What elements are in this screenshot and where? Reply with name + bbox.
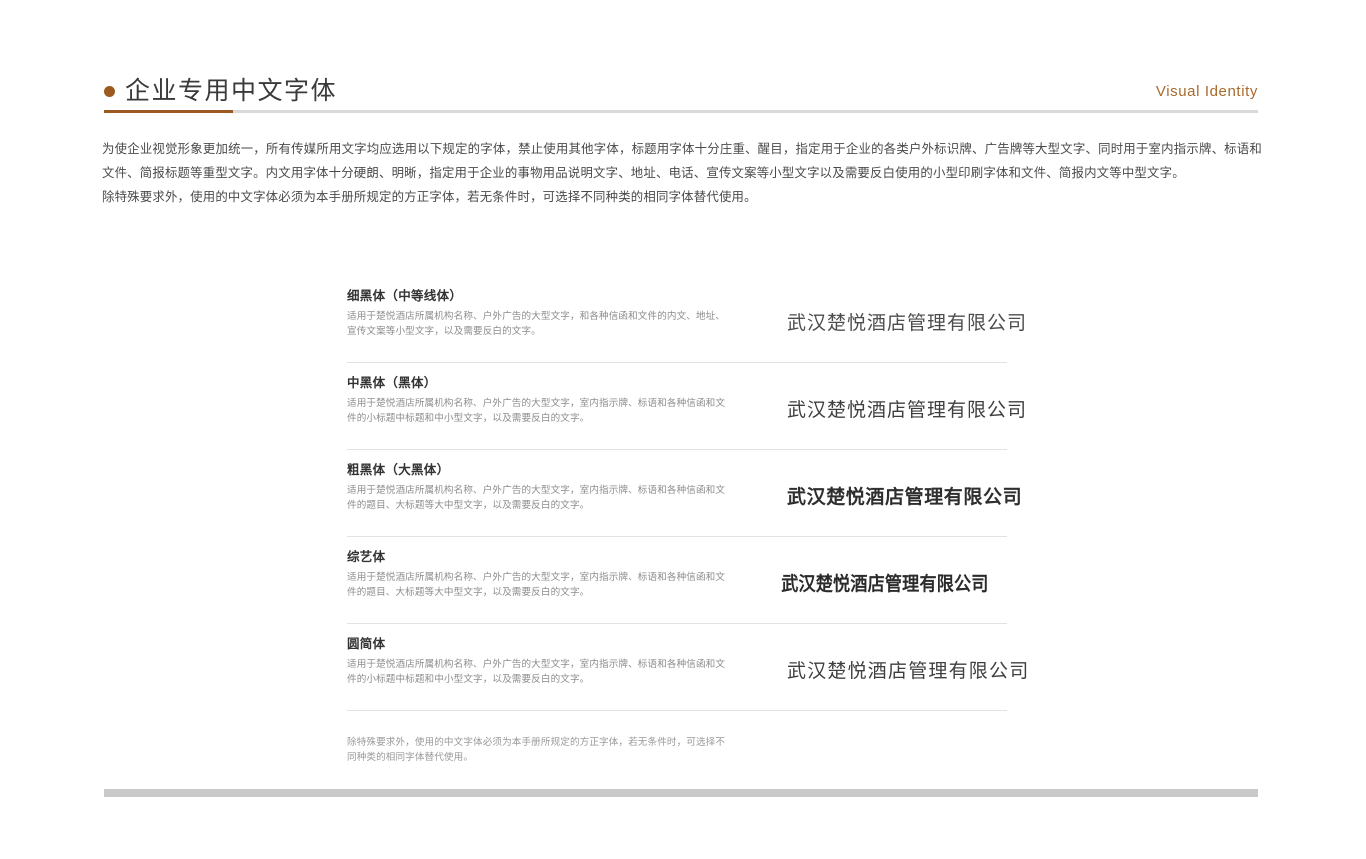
specimen-name: 圆简体 [347,637,386,651]
specimen-usage-text: 适用于楚悦酒店所属机构名称、户外广告的大型文字，室内指示牌、标语和各种信函和文件… [347,572,726,599]
bottom-bar [104,789,1258,797]
specimen-description: 粗黑体（大黑体） 适用于楚悦酒店所属机构名称、户外广告的大型文字，室内指示牌、标… [347,462,729,513]
header-divider-rule [104,110,1258,113]
specimen-sample-text: 武汉楚悦酒店管理有限公司 [787,399,1028,421]
list-item: 细黑体（中等线体） 适用于楚悦酒店所属机构名称、户外广告的大型文字，和各种信函和… [347,288,1026,363]
footnote-text: 除特殊要求外，使用的中文字体必须为本手册所规定的方正字体，若无条件时，可选择不同… [347,737,726,763]
section-tag: Visual Identity [1155,82,1258,100]
specimen-name: 综艺体 [347,550,386,564]
intro-paragraphs: 为使企业视觉形象更加统一，所有传媒所用文字均应选用以下规定的字体，禁止使用其他字… [102,137,1262,209]
specimen-description: 综艺体 适用于楚悦酒店所属机构名称、户外广告的大型文字，室内指示牌、标语和各种信… [347,549,729,600]
specimen-sample-text: 武汉楚悦酒店管理有限公司 [787,659,1030,682]
specimen-usage-text: 适用于楚悦酒店所属机构名称、户外广告的大型文字，室内指示牌、标语和各种信函和文件… [347,485,726,512]
specimen-sample-text: 武汉楚悦酒店管理有限公司 [787,486,1023,508]
specimen-usage-text: 适用于楚悦酒店所属机构名称、户外广告的大型文字，室内指示牌、标语和各种信函和文件… [347,659,726,686]
page-canvas: 企业专用中文字体 Visual Identity 为使企业视觉形象更加统一，所有… [0,0,1366,859]
list-item: 综艺体 适用于楚悦酒店所属机构名称、户外广告的大型文字，室内指示牌、标语和各种信… [347,549,1007,624]
bullet-dot-icon [104,85,115,97]
list-item: 中黑体（黑体） 适用于楚悦酒店所属机构名称、户外广告的大型文字，室内指示牌、标语… [347,375,1026,450]
list-item: 粗黑体（大黑体） 适用于楚悦酒店所属机构名称、户外广告的大型文字，室内指示牌、标… [347,462,1022,537]
page-header: 企业专用中文字体 Visual Identity [104,72,1258,118]
font-specimen-list: 细黑体（中等线体） 适用于楚悦酒店所属机构名称、户外广告的大型文字，和各种信函和… [347,288,1028,765]
header-title-row: 企业专用中文字体 Visual Identity [104,72,1258,110]
specimen-name: 中黑体（黑体） [347,376,437,390]
specimen-description: 圆简体 适用于楚悦酒店所属机构名称、户外广告的大型文字，室内指示牌、标语和各种信… [347,636,729,687]
specimen-footnote: 除特殊要求外，使用的中文字体必须为本手册所规定的方正字体，若无条件时，可选择不同… [347,735,729,765]
specimen-description: 细黑体（中等线体） 适用于楚悦酒店所属机构名称、户外广告的大型文字，和各种信函和… [347,288,729,339]
specimen-name: 细黑体（中等线体） [347,289,463,303]
specimen-description: 中黑体（黑体） 适用于楚悦酒店所属机构名称、户外广告的大型文字，室内指示牌、标语… [347,375,729,426]
intro-paragraph-1: 为使企业视觉形象更加统一，所有传媒所用文字均应选用以下规定的字体，禁止使用其他字… [102,142,1262,180]
header-divider-accent [104,110,233,113]
specimen-sample-text: 武汉楚悦酒店管理有限公司 [781,572,989,595]
specimen-usage-text: 适用于楚悦酒店所属机构名称、户外广告的大型文字，和各种信函和文件的内文、地址、宣… [347,311,726,338]
page-title: 企业专用中文字体 [125,76,338,105]
specimen-usage-text: 适用于楚悦酒店所属机构名称、户外广告的大型文字，室内指示牌、标语和各种信函和文件… [347,398,726,425]
specimen-name: 粗黑体（大黑体） [347,463,450,477]
specimen-sample-text: 武汉楚悦酒店管理有限公司 [787,312,1028,334]
intro-paragraph-2: 除特殊要求外，使用的中文字体必须为本手册所规定的方正字体，若无条件时，可选择不同… [102,190,757,204]
list-item: 圆简体 适用于楚悦酒店所属机构名称、户外广告的大型文字，室内指示牌、标语和各种信… [347,636,1028,711]
